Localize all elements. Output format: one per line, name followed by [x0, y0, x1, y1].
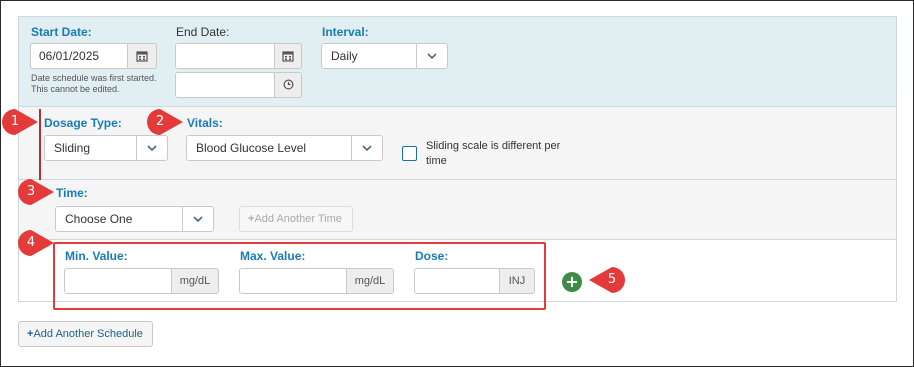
start-date-input[interactable]: 06/01/2025 [30, 43, 128, 69]
callout-marker-1: 1 [1, 108, 41, 136]
time-select[interactable]: Choose One [55, 206, 214, 232]
start-date-note-line1: Date schedule was first started. [31, 73, 157, 83]
time-label: Time: [56, 186, 88, 200]
start-date-note-line2: This cannot be edited. [31, 84, 120, 94]
interval-select-value: Daily [331, 49, 358, 63]
end-date-calendar-button[interactable] [274, 43, 302, 69]
add-another-time-label: Add Another Time [254, 213, 342, 225]
callout-marker-3: 3 [17, 178, 57, 206]
add-another-schedule-button[interactable]: +Add Another Schedule [18, 321, 153, 347]
end-time-clock-button[interactable] [274, 72, 302, 98]
time-select-value: Choose One [65, 212, 133, 226]
chevron-down-icon [182, 207, 213, 231]
end-date-label: End Date: [176, 25, 230, 39]
clock-icon [283, 79, 293, 90]
add-range-button[interactable]: + [562, 272, 582, 292]
chevron-down-icon [416, 44, 447, 68]
interval-label: Interval: [322, 25, 369, 39]
start-date-calendar-button[interactable] [127, 43, 157, 69]
add-another-schedule-label: Add Another Schedule [33, 328, 143, 340]
sliding-scale-label-line1: Sliding scale is different per [426, 140, 561, 152]
vitals-label: Vitals: [187, 116, 223, 130]
add-another-time-button[interactable]: +Add Another Time [239, 206, 353, 232]
vitals-select[interactable]: Blood Glucose Level [186, 135, 383, 161]
start-date-label: Start Date: [31, 25, 92, 39]
highlight-box [53, 242, 546, 310]
schedule-form: Start Date: 06/01/2025 Date schedule was… [0, 0, 914, 367]
sliding-scale-label-line2: time [426, 155, 447, 167]
end-time-input[interactable] [175, 72, 275, 98]
callout-marker-5: 5 [586, 266, 626, 294]
interval-select[interactable]: Daily [321, 43, 448, 69]
callout-marker-4: 4 [17, 229, 57, 257]
plus-icon: + [565, 272, 579, 291]
end-date-input[interactable] [175, 43, 275, 69]
vitals-select-value: Blood Glucose Level [196, 141, 307, 155]
calendar-icon [136, 51, 148, 62]
dosage-type-select-value: Sliding [54, 141, 91, 155]
callout-marker-2: 2 [146, 108, 186, 136]
dosage-type-label: Dosage Type: [44, 116, 122, 130]
sliding-scale-checkbox[interactable] [402, 146, 417, 161]
calendar-icon [282, 51, 294, 62]
chevron-down-icon [136, 136, 167, 160]
dosage-type-select[interactable]: Sliding [44, 135, 168, 161]
chevron-down-icon [351, 136, 382, 160]
